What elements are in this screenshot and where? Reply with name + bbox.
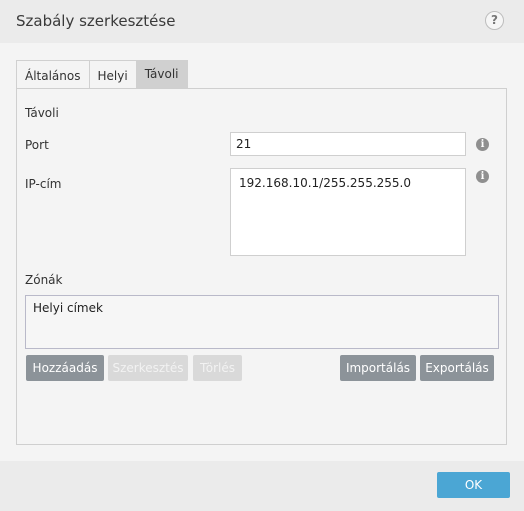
export-button[interactable]: Exportálás — [420, 355, 494, 381]
edit-button[interactable]: Szerkesztés — [108, 355, 188, 381]
import-button[interactable]: Importálás — [340, 355, 416, 381]
zones-label: Zónák — [25, 273, 63, 287]
dialog-titlebar: Szabály szerkesztése ? — [0, 0, 524, 43]
zones-list[interactable]: Helyi címek — [25, 295, 499, 349]
info-icon[interactable]: i — [476, 138, 489, 151]
port-input[interactable]: 21 — [230, 132, 466, 156]
tab-general[interactable]: Általános — [16, 60, 90, 88]
port-label: Port — [25, 138, 49, 152]
ok-button[interactable]: OK — [437, 472, 510, 498]
delete-button[interactable]: Törlés — [193, 355, 242, 381]
section-heading: Távoli — [25, 106, 59, 120]
tab-bar: Általános Helyi Távoli — [16, 60, 188, 89]
list-item[interactable]: Helyi címek — [33, 301, 491, 315]
info-icon[interactable]: i — [476, 170, 489, 183]
add-button[interactable]: Hozzáadás — [26, 355, 104, 381]
help-icon[interactable]: ? — [485, 11, 504, 30]
ip-textarea[interactable]: 192.168.10.1/255.255.255.0 — [230, 168, 466, 256]
dialog-title: Szabály szerkesztése — [16, 12, 176, 30]
tab-remote[interactable]: Távoli — [136, 60, 188, 88]
tab-local[interactable]: Helyi — [89, 60, 137, 88]
ip-label: IP-cím — [25, 177, 62, 191]
